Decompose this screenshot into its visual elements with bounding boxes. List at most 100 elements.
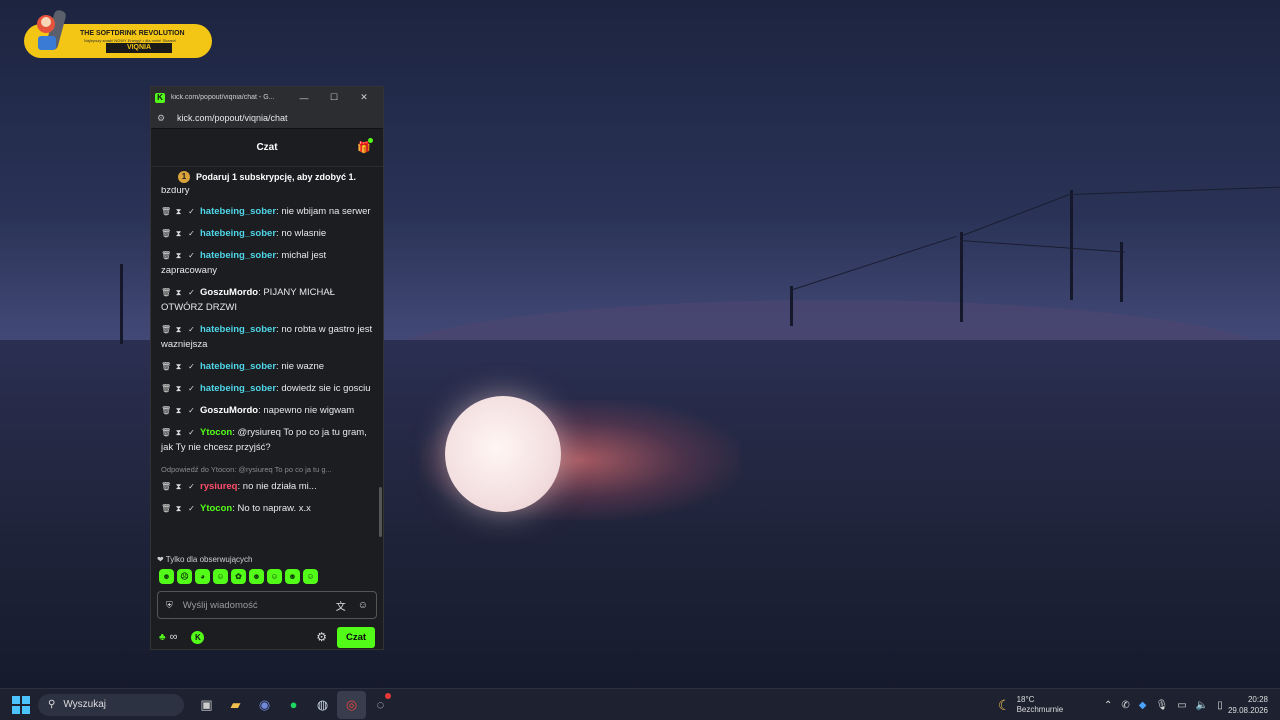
verified-icon: ✓ [188, 482, 195, 491]
moderator-icon: 🗑 [161, 207, 172, 216]
channel-points-value[interactable]: ∞ [170, 631, 178, 643]
window-title: kick.com/popout/viqnia/chat - G... [171, 94, 275, 101]
emote-icon[interactable]: ☺ [213, 568, 228, 584]
chat-message[interactable]: 🗑 ⧗ ✓ GoszuMordo: PIJANY MICHAŁ OTWÓRZ DRZW… [161, 285, 373, 315]
timeout-icon: ⧗ [175, 288, 182, 297]
emote-icon[interactable]: ☺ [267, 568, 282, 584]
chevron-up-icon[interactable]: ⌃ [1104, 700, 1112, 711]
volume-icon[interactable]: 🔈 [1196, 700, 1208, 711]
windows-start-icon[interactable] [12, 695, 30, 714]
tray-app-icon[interactable]: ◆ [1139, 700, 1147, 711]
moderator-icon: 🗑 [161, 229, 172, 238]
steam-icon[interactable]: ◍ [308, 691, 337, 719]
emote-icon[interactable]: ☺ [303, 568, 318, 584]
gift-sub-banner[interactable]: 1 Podaruj 1 subskrypcję, aby zdobyć 1. [151, 167, 383, 187]
chat-username[interactable]: hatebeing_sober [200, 383, 276, 394]
emote-icon[interactable]: ☻ [249, 568, 264, 584]
reply-context[interactable]: Odpowiedź do Ytocon: @rysiureq To po co … [161, 462, 373, 477]
moon-weather-icon: ☾ [998, 696, 1011, 713]
network-icon[interactable]: ▭ [1177, 700, 1186, 711]
emoji-icon[interactable]: ☺ [358, 600, 368, 611]
minimize-button[interactable]: — [289, 93, 319, 103]
spotify-icon[interactable]: ● [279, 691, 308, 719]
chrome-icon[interactable]: ◎ [337, 690, 366, 719]
weather-widget[interactable]: ☾ 18°C Bezchmurnie [998, 689, 1063, 720]
chat-username[interactable]: GoszuMordo [200, 405, 258, 416]
chat-message[interactable]: 🗑 ⧗ ✓ hatebeing_sober: nie wazne [161, 359, 373, 374]
clock-date: 29.08.2026 [1227, 706, 1268, 715]
chat-message[interactable]: 🗑 ⧗ ✓ hatebeing_sober: michal jest zapracow… [161, 248, 373, 278]
address-url[interactable]: kick.com/popout/viqnia/chat [177, 113, 288, 123]
chat-message[interactable]: 🗑 ⧗ ✓ Ytocon: @rysiureq To po co ja tu gram… [161, 425, 373, 455]
timeout-icon: ⧗ [175, 207, 182, 216]
chat-message-text: dowiedz sie ic gosciu [281, 383, 371, 394]
chat-username[interactable]: hatebeing_sober [200, 228, 276, 239]
moderator-icon: 🗑 [161, 504, 172, 513]
chat-username[interactable]: hatebeing_sober [200, 324, 276, 335]
chat-message[interactable]: 🗑 ⧗ ✓ GoszuMordo: napewno nie wigwam [161, 403, 373, 418]
notification-dot [368, 138, 373, 143]
chat-scrollbar[interactable] [379, 487, 382, 537]
weather-temp: 18°C [1016, 695, 1035, 704]
chat-username[interactable]: Ytocon [200, 427, 232, 438]
wallpaper-wire [959, 240, 1125, 253]
taskbar-apps: ▣ ▰ ◉ ● ◍ ◎ ◌ [192, 690, 395, 719]
address-bar[interactable]: ⚙ kick.com/popout/viqnia/chat [151, 108, 383, 129]
file-explorer-icon[interactable]: ▰ [221, 691, 250, 719]
discord-icon[interactable]: ◉ [250, 691, 279, 719]
chat-message[interactable]: 🗑 ⧗ ✓ hatebeing_sober: no wlasnie [161, 226, 373, 241]
heart-icon: ❤ [157, 555, 164, 564]
battery-icon[interactable]: ▯ [1217, 700, 1223, 711]
emote-icon[interactable]: ☻ [159, 568, 174, 584]
chat-username[interactable]: Ytocon [200, 503, 232, 514]
emote-icon[interactable]: ✿ [231, 568, 246, 584]
chat-username[interactable]: rysiureq [200, 481, 238, 492]
timeout-icon: ⧗ [175, 406, 182, 415]
settings-gear-icon[interactable]: ⚙ [316, 630, 327, 644]
close-button[interactable]: ✕ [349, 92, 379, 103]
message-list: 🗑 ⧗ ✓ hatebeing_sober: nie wbijam na serwer… [161, 204, 373, 516]
emote-icon[interactable]: ◕ [195, 568, 210, 584]
search-label: Wyszukaj [63, 699, 107, 710]
moderator-icon: 🗑 [161, 384, 172, 393]
chat-message[interactable]: 🗑 ⧗ ✓ hatebeing_sober: nie wbijam na serwer [161, 204, 373, 219]
channel-points-icon[interactable]: ♣ [159, 632, 166, 643]
microphone-icon[interactable]: 🎙 [1155, 700, 1168, 711]
site-settings-icon[interactable]: ⚙ [157, 113, 169, 124]
chat-input[interactable]: ⛨ Wyślij wiadomość 文 ☺ [157, 591, 377, 619]
wallpaper-wire [959, 193, 1073, 237]
chat-username[interactable]: hatebeing_sober [200, 250, 276, 261]
chat-username[interactable]: hatebeing_sober [200, 206, 276, 217]
chat-message[interactable]: 🗑 ⧗ ✓ rysiureq: no nie działa mi... [161, 479, 373, 494]
chat-message[interactable]: 🗑 ⧗ ✓ hatebeing_sober: no robta w gastro je… [161, 322, 373, 352]
logo-mascot-icon [37, 10, 66, 50]
task-view-icon[interactable]: ▣ [192, 691, 221, 719]
translate-icon[interactable]: 文 [336, 598, 346, 613]
followers-only-text: Tylko dla obserwujących [165, 555, 253, 564]
obs-icon[interactable]: ◌ [366, 691, 395, 719]
chat-username[interactable]: GoszuMordo [200, 287, 258, 298]
chat-username[interactable]: hatebeing_sober [200, 361, 276, 372]
wallpaper-pole [120, 264, 123, 344]
maximize-button[interactable]: ☐ [319, 92, 349, 103]
chat-message[interactable]: 🗑 ⧗ ✓ hatebeing_sober: dowiedz sie ic gosci… [161, 381, 373, 396]
chat-message[interactable]: 🗑 ⧗ ✓ Ytocon: No to napraw. x.x [161, 501, 373, 516]
tray-app-icon[interactable]: ✆ [1121, 700, 1129, 711]
window-titlebar[interactable]: K kick.com/popout/viqnia/chat - G... — ☐… [151, 87, 383, 108]
verified-icon: ✓ [188, 428, 195, 437]
gift-sub-icon[interactable]: 🎁 [357, 141, 371, 154]
chat-message-text: bzdury [161, 187, 190, 196]
taskbar-clock[interactable]: 20:28 29.08.2026 [1228, 694, 1268, 716]
shield-icon[interactable]: ⛨ [166, 600, 173, 611]
chat-input-placeholder[interactable]: Wyślij wiadomość [183, 600, 324, 611]
moderator-icon: 🗑 [161, 362, 172, 371]
search-icon: ⚲ [48, 699, 56, 710]
chat-message-text: napewno nie wigwam [263, 405, 355, 416]
emote-icon[interactable]: ☹ [177, 568, 192, 584]
kick-icon[interactable]: K [191, 630, 205, 644]
chat-messages[interactable]: bzdury 🗑 ⧗ ✓ hatebeing_sober: nie wbijam na… [151, 187, 383, 553]
send-chat-button[interactable]: Czat [337, 626, 375, 648]
taskbar-search[interactable]: ⚲ Wyszukaj [38, 693, 184, 716]
emote-icon[interactable]: ☻ [285, 568, 300, 584]
notification-dot [385, 692, 391, 699]
